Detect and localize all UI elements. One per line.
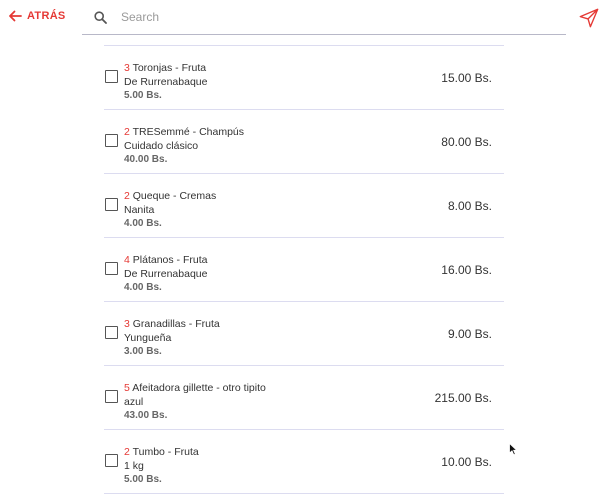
item-title: 5 Afeitadora gillette - otro tipito xyxy=(124,382,266,394)
arrow-left-icon xyxy=(9,10,22,22)
item-variant: 1 kg xyxy=(124,460,144,472)
list-item: 5 Afeitadora gillette - otro tipito azul 4… xyxy=(104,340,504,430)
item-total: 215.00 Bs. xyxy=(434,391,492,405)
item-title: 3 Toronjas - Fruta xyxy=(124,62,206,74)
item-title: 3 Granadillas - Fruta xyxy=(124,318,220,330)
search-bar xyxy=(82,0,566,35)
list-item: 3 Granadillas - Fruta Yungueña 3.00 Bs. 9.0… xyxy=(104,276,504,366)
search-input[interactable] xyxy=(121,10,541,24)
item-name: Tumbo - Fruta xyxy=(132,446,199,458)
item-quantity: 5 xyxy=(124,382,130,394)
item-total: 8.00 Bs. xyxy=(447,199,492,213)
send-icon xyxy=(579,8,599,28)
item-checkbox[interactable] xyxy=(105,262,118,275)
item-quantity: 2 xyxy=(124,126,130,138)
item-name: Afeitadora gillette - otro tipito xyxy=(132,382,266,394)
item-quantity: 3 xyxy=(124,62,130,74)
item-checkbox[interactable] xyxy=(105,70,118,83)
item-quantity: 2 xyxy=(124,446,130,458)
send-button[interactable] xyxy=(578,7,600,34)
mouse-pointer-icon xyxy=(509,442,518,461)
search-icon xyxy=(94,10,107,24)
list-item: 2 Tumbo - Fruta 1 kg 5.00 Bs. 10.00 Bs. xyxy=(104,404,504,494)
list-item: 2 TRESemmé - Champús Cuidado clásico 40.00… xyxy=(104,84,504,174)
item-title: 4 Plátanos - Fruta xyxy=(124,254,207,266)
item-title: 2 Tumbo - Fruta xyxy=(124,446,199,458)
item-checkbox[interactable] xyxy=(105,390,118,403)
item-total: 10.00 Bs. xyxy=(441,455,492,469)
list-item: 2 Queque - Cremas Nanita 4.00 Bs. 8.00 Bs. xyxy=(104,148,504,238)
item-name: Granadillas - Fruta xyxy=(132,318,220,330)
top-bar: ATRÁS xyxy=(0,0,608,36)
item-title: 2 Queque - Cremas xyxy=(124,190,216,202)
item-name: Queque - Cremas xyxy=(132,190,217,202)
item-total: 9.00 Bs. xyxy=(447,327,492,341)
item-quantity: 3 xyxy=(124,318,130,330)
item-quantity: 2 xyxy=(124,190,130,202)
item-checkbox[interactable] xyxy=(105,326,118,339)
item-checkbox[interactable] xyxy=(105,134,118,147)
back-label: ATRÁS xyxy=(27,10,66,22)
item-quantity: 4 xyxy=(124,254,130,266)
item-name: Toronjas - Fruta xyxy=(132,62,207,74)
divider xyxy=(104,493,504,494)
item-total: 16.00 Bs. xyxy=(441,263,492,277)
item-name: TRESemmé - Champús xyxy=(132,126,245,138)
item-name: Plátanos - Fruta xyxy=(132,254,208,266)
item-unit-price: 5.00 Bs. xyxy=(124,474,162,485)
item-checkbox[interactable] xyxy=(105,198,118,211)
item-checkbox[interactable] xyxy=(105,454,118,467)
list-item: 4 Plátanos - Fruta De Rurrenabaque 4.00 Bs… xyxy=(104,212,504,302)
item-title: 2 TRESemmé - Champús xyxy=(124,126,244,138)
product-list: 23.00 Bs.00.00 Bs.3 Toronjas - FrutaDe R… xyxy=(104,0,504,500)
back-button[interactable]: ATRÁS xyxy=(8,10,66,22)
item-total: 15.00 Bs. xyxy=(441,71,492,85)
item-total: 80.00 Bs. xyxy=(441,135,492,149)
